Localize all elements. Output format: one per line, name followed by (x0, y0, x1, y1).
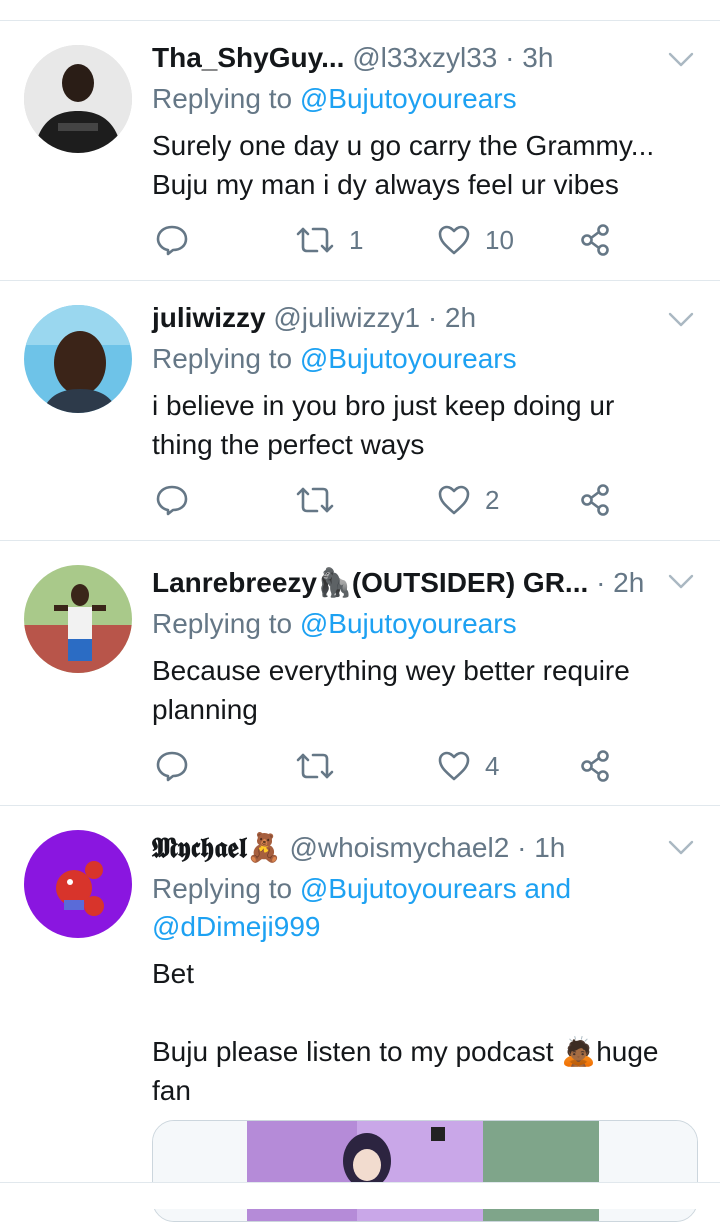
reply-button[interactable] (155, 746, 189, 786)
action-bar: 4 (155, 746, 635, 786)
reply-icon (156, 485, 188, 516)
reply-button[interactable] (155, 480, 189, 520)
reply-icon (156, 225, 188, 256)
tweet-text-line: i believe in you bro just keep doing ur (152, 390, 615, 421)
replying-to-label: Replying to (152, 83, 293, 114)
tweet-header: juliwizzy @juliwizzy1 · 2h (152, 300, 660, 336)
tweet-text-line: Because everything wey better require (152, 655, 630, 686)
tweet-text: Surely one day u go carry the Grammy... … (152, 126, 690, 204)
replying-to: Replying to @Bujutoyourears (152, 340, 517, 378)
timestamp[interactable]: 1h (534, 832, 565, 863)
mention-link[interactable]: @Bujutoyourears (300, 83, 517, 114)
share-button[interactable] (579, 746, 613, 786)
timestamp[interactable]: 2h (445, 302, 476, 333)
display-name[interactable]: Lanrebreezy🦍(OUTSIDER) GR... (152, 567, 588, 598)
tweet-text-line: thing the perfect ways (152, 429, 425, 460)
replying-to: Replying to @Bujutoyourears (152, 80, 517, 118)
chevron-down-icon[interactable] (668, 572, 694, 592)
avatar[interactable] (24, 305, 132, 413)
separator-dot: · (596, 567, 606, 598)
tweet-header: 𝕸𝖞𝖈𝖍𝖆𝖊𝖑🧸 @whoismychael2 · 1h (152, 830, 660, 866)
retweet-icon (296, 227, 334, 253)
retweet-count: 1 (349, 224, 364, 255)
like-button[interactable]: 2 (437, 480, 499, 520)
action-bar: 2 (155, 480, 635, 520)
share-icon (581, 224, 609, 256)
retweet-button[interactable] (295, 746, 349, 786)
user-handle[interactable]: @juliwizzy1 (273, 302, 420, 333)
retweet-button[interactable] (295, 480, 349, 520)
action-bar: 1 10 (155, 220, 635, 260)
share-button[interactable] (579, 480, 613, 520)
timestamp[interactable]: 3h (522, 42, 553, 73)
share-button[interactable] (579, 220, 613, 260)
chevron-down-icon[interactable] (668, 50, 694, 70)
display-name[interactable]: Tha_ShyGuy... (152, 42, 344, 73)
separator-dot: · (427, 302, 438, 333)
user-handle[interactable]: @whoismychael2 (289, 832, 509, 863)
tweet-text-line: fan (152, 1075, 191, 1106)
top-divider (0, 20, 720, 21)
replying-to-label: Replying to (152, 873, 293, 904)
like-count: 10 (485, 224, 514, 255)
replying-to: Replying to @Bujutoyourears and @dDimeji… (152, 870, 571, 946)
separator-dot: · (505, 42, 515, 73)
chevron-down-icon[interactable] (668, 838, 694, 858)
like-icon (438, 485, 470, 515)
timestamp[interactable]: 2h (613, 567, 644, 598)
tweet-text-line: planning (152, 694, 258, 725)
tweet-divider (0, 805, 720, 806)
tweet-text-line: Buju my man i dy always feel ur vibes (152, 169, 619, 200)
retweet-icon (296, 487, 334, 513)
like-icon (438, 225, 470, 255)
avatar[interactable] (24, 45, 132, 153)
display-name[interactable]: 𝕸𝖞𝖈𝖍𝖆𝖊𝖑🧸 (152, 832, 282, 863)
share-icon (581, 484, 609, 516)
like-button[interactable]: 4 (437, 746, 499, 786)
replying-to: Replying to @Bujutoyourears (152, 605, 517, 643)
tweet-divider (0, 280, 720, 281)
display-name[interactable]: juliwizzy (152, 302, 266, 333)
like-count: 2 (485, 484, 500, 515)
separator-dot: · (517, 832, 527, 863)
share-icon (581, 750, 609, 782)
tweet-header: Lanrebreezy🦍(OUTSIDER) GR... · 2h (152, 565, 690, 601)
mention-link[interactable]: @Bujutoyourears (300, 608, 517, 639)
like-icon (438, 751, 470, 781)
reply-button[interactable] (155, 220, 189, 260)
tweet-text-line: Buju please listen to my podcast 🙇🏾huge (152, 1036, 659, 1067)
chevron-down-icon[interactable] (668, 310, 694, 330)
like-button[interactable]: 10 (437, 220, 514, 260)
tweet-header: Tha_ShyGuy... @l33xzyl33 · 3h (152, 40, 660, 76)
mention-link[interactable]: @Bujutoyourears (300, 343, 517, 374)
user-handle[interactable]: @l33xzyl33 (352, 42, 497, 73)
avatar[interactable] (24, 830, 132, 938)
replying-to-label: Replying to (152, 608, 293, 639)
tweet-text-line: Surely one day u go carry the Grammy... (152, 130, 655, 161)
tweet-text: i believe in you bro just keep doing ur … (152, 386, 690, 464)
mention-link[interactable]: @Bujutoyourears and (300, 873, 571, 904)
mention-link[interactable]: @dDimeji999 (152, 908, 571, 946)
tweet-text: Because everything wey better require pl… (152, 651, 690, 729)
tweet-text-line: Bet (152, 958, 195, 989)
like-count: 4 (485, 750, 500, 781)
bottom-bar (0, 1182, 720, 1209)
tweet-text: Bet Buju please listen to my podcast 🙇🏾h… (152, 954, 690, 1110)
replying-to-label: Replying to (152, 343, 293, 374)
retweet-icon (296, 753, 334, 779)
reply-icon (156, 751, 188, 782)
tweet-divider (0, 540, 720, 541)
avatar[interactable] (24, 565, 132, 673)
retweet-button[interactable]: 1 (295, 220, 363, 260)
